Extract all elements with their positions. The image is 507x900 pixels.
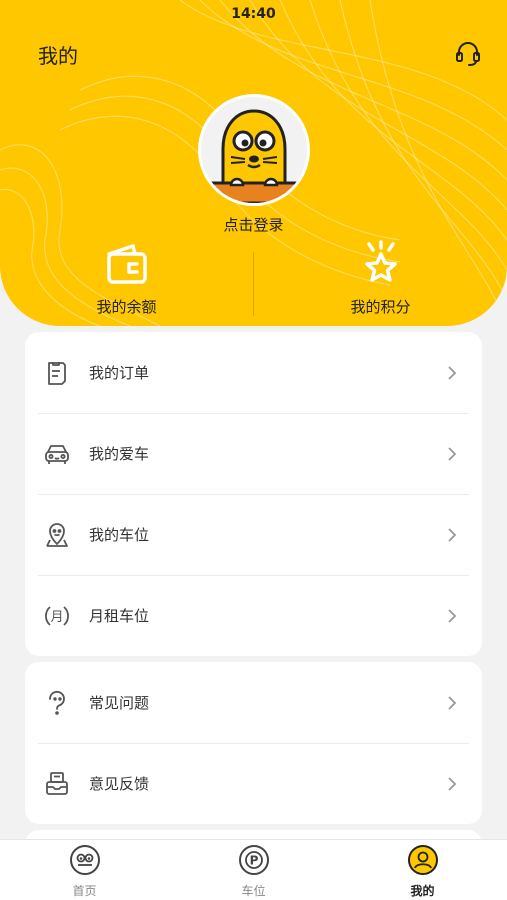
mascot-avatar-icon bbox=[209, 109, 299, 203]
chevron-right-icon bbox=[448, 608, 457, 623]
svg-text:月: 月 bbox=[50, 610, 63, 625]
chevron-right-icon bbox=[448, 776, 457, 791]
tab-label: 车位 bbox=[241, 884, 266, 898]
chevron-right-icon bbox=[448, 365, 457, 380]
tab-profile[interactable]: 我的 bbox=[338, 844, 507, 899]
menu-item-monthly-parking[interactable]: 月 月租车位 bbox=[25, 575, 482, 656]
points-label: 我的积分 bbox=[350, 298, 411, 316]
menu-item-my-car[interactable]: 我的爱车 bbox=[25, 413, 482, 494]
parking-location-icon bbox=[46, 522, 68, 547]
parking-icon: P bbox=[238, 845, 269, 875]
wallet-icon bbox=[106, 244, 147, 284]
car-icon bbox=[45, 444, 69, 464]
menu-item-label: 月租车位 bbox=[89, 607, 150, 625]
menu-item-label: 常见问题 bbox=[89, 694, 150, 712]
feedback-icon bbox=[46, 771, 68, 795]
menu-card-primary: 我的订单 我的爱车 我的车位 月 月租车位 bbox=[25, 332, 482, 656]
home-mascot-icon bbox=[69, 845, 100, 875]
menu-item-label: 意见反馈 bbox=[89, 775, 150, 793]
balance-label: 我的余额 bbox=[96, 298, 157, 316]
menu-item-my-parking[interactable]: 我的车位 bbox=[25, 494, 482, 575]
profile-header: 14:40 我的 点击登录 我的余额 我的积分 bbox=[0, 0, 507, 326]
points-button[interactable]: 我的积分 bbox=[254, 240, 507, 320]
menu-item-feedback[interactable]: 意见反馈 bbox=[25, 743, 482, 824]
faq-icon bbox=[49, 690, 65, 715]
menu-item-orders[interactable]: 我的订单 bbox=[25, 332, 482, 413]
page-title: 我的 bbox=[38, 44, 78, 68]
chevron-right-icon bbox=[448, 446, 457, 461]
login-link[interactable]: 点击登录 bbox=[0, 214, 507, 235]
order-icon bbox=[48, 361, 66, 385]
menu-item-faq[interactable]: 常见问题 bbox=[25, 662, 482, 743]
chevron-right-icon bbox=[448, 527, 457, 542]
svg-text:P: P bbox=[249, 854, 258, 868]
menu-card-secondary: 常见问题 意见反馈 bbox=[25, 662, 482, 824]
chevron-right-icon bbox=[448, 695, 457, 710]
status-bar-time: 14:40 bbox=[231, 6, 276, 22]
tab-home[interactable]: 首页 bbox=[0, 844, 169, 899]
bottom-tab-bar: 首页 P 车位 我的 bbox=[0, 839, 507, 900]
tab-label: 我的 bbox=[410, 884, 435, 898]
monthly-rent-icon: 月 bbox=[45, 605, 69, 626]
menu-item-label: 我的车位 bbox=[89, 526, 150, 544]
profile-icon bbox=[407, 845, 438, 875]
tab-label: 首页 bbox=[72, 884, 97, 898]
balance-button[interactable]: 我的余额 bbox=[0, 240, 253, 320]
customer-service-headset-icon[interactable] bbox=[453, 38, 483, 68]
menu-item-label: 我的订单 bbox=[89, 364, 150, 382]
avatar[interactable] bbox=[198, 94, 310, 206]
menu-item-label: 我的爱车 bbox=[89, 445, 150, 463]
tab-parking[interactable]: P 车位 bbox=[169, 844, 338, 899]
star-icon bbox=[364, 240, 397, 282]
